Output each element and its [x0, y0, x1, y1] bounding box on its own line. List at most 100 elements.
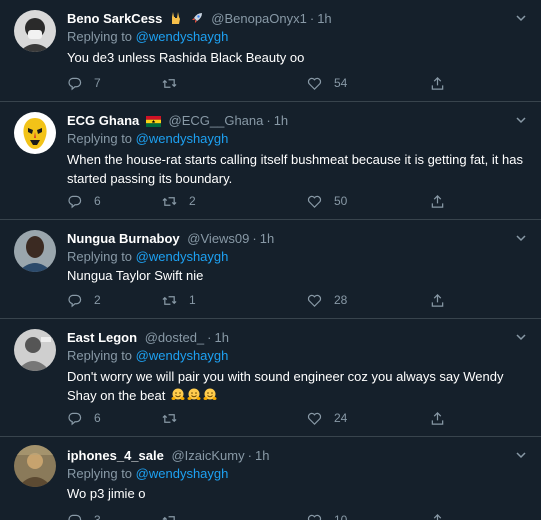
share-upload-icon — [433, 513, 442, 520]
tweet-header: ECG Ghana @ECG__Ghana · 1h — [67, 112, 501, 130]
mention-link[interactable]: @wendyshaygh — [136, 348, 229, 363]
user-handle[interactable]: @BenopaOnyx1 — [211, 11, 307, 26]
tweet-actions: 3 10 — [67, 511, 467, 520]
display-name[interactable]: Nungua Burnaboy — [67, 231, 180, 246]
user-handle[interactable]: @ECG__Ghana — [169, 113, 264, 128]
tweet-text: You de3 unless Rashida Black Beauty oo — [67, 50, 305, 65]
rock-hand-emoji-icon — [169, 11, 183, 28]
retweet-button[interactable]: 2 — [162, 192, 196, 210]
reply-count: 3 — [94, 513, 101, 520]
tweet-card[interactable]: iphones_4_sale @IzaicKumy · 1h Replying to… — [0, 437, 541, 520]
tweet-card[interactable]: Beno SarkCess @BenopaOnyx1 · 1h Replying t… — [0, 0, 541, 102]
share-button[interactable] — [430, 511, 445, 520]
tweet-text: Don't worry we will pair you with sound … — [67, 369, 504, 403]
mention-link[interactable]: @wendyshaygh — [136, 131, 229, 146]
share-button[interactable] — [430, 409, 445, 427]
reply-button[interactable]: 2 — [67, 291, 101, 309]
display-name[interactable]: East Legon — [67, 330, 137, 345]
share-upload-icon — [431, 293, 444, 307]
like-count: 24 — [334, 411, 348, 425]
avatar[interactable] — [14, 112, 56, 154]
share-button[interactable] — [430, 192, 445, 210]
chevron-down-icon[interactable] — [515, 12, 527, 24]
tweet-card[interactable]: ECG Ghana @ECG__Ghana · 1h Replying to @we… — [0, 102, 541, 220]
avatar[interactable] — [14, 10, 56, 52]
tweet-card[interactable]: Nungua Burnaboy @Views09 · 1h Replying to … — [0, 220, 541, 319]
avatar-image — [14, 230, 56, 272]
reply-button[interactable]: 3 — [67, 511, 101, 520]
avatar[interactable] — [14, 230, 56, 272]
reply-count: 6 — [94, 194, 101, 208]
replying-to-line: Replying to @wendyshaygh — [67, 248, 228, 266]
heart-icon — [307, 195, 322, 208]
replying-to-label: Replying to — [67, 249, 133, 264]
share-button[interactable] — [430, 74, 445, 92]
avatar-image — [14, 329, 56, 371]
user-handle[interactable]: @IzaicKumy — [171, 448, 244, 463]
tweet-card[interactable]: East Legon @dosted_ · 1h Replying to @wend… — [0, 319, 541, 437]
share-upload-icon — [431, 76, 444, 90]
chevron-down-icon[interactable] — [515, 331, 527, 343]
like-button[interactable]: 28 — [307, 291, 347, 309]
share-button[interactable] — [430, 291, 445, 309]
reply-button[interactable]: 6 — [67, 192, 101, 210]
avatar[interactable] — [14, 329, 56, 371]
display-name[interactable]: iphones_4_sale — [67, 448, 164, 463]
display-name[interactable]: ECG Ghana — [67, 113, 139, 128]
timestamp[interactable]: 1h — [255, 448, 269, 463]
hugging-face-emoji-icon — [171, 388, 185, 400]
replying-to-label: Replying to — [67, 29, 133, 44]
replying-to-line: Replying to @wendyshaygh — [67, 465, 228, 483]
speech-bubble-icon — [68, 412, 82, 425]
timestamp[interactable]: 1h — [215, 330, 229, 345]
heart-icon — [307, 514, 322, 520]
reply-count: 7 — [94, 76, 101, 90]
retweet-button[interactable] — [162, 409, 189, 427]
retweet-count: 1 — [189, 293, 196, 307]
tweet-actions: 7 54 — [67, 74, 467, 92]
chevron-down-icon[interactable] — [515, 114, 527, 126]
separator-dot: · — [266, 113, 271, 128]
retweet-arrows-icon — [162, 196, 177, 206]
reply-count: 2 — [94, 293, 101, 307]
replying-to-label: Replying to — [67, 131, 133, 146]
retweet-arrows-icon — [162, 515, 175, 520]
like-button[interactable]: 54 — [307, 74, 347, 92]
avatar-image — [14, 445, 56, 487]
chevron-down-icon[interactable] — [515, 449, 527, 461]
timestamp[interactable]: 1h — [317, 11, 331, 26]
tweet-header: East Legon @dosted_ · 1h — [67, 329, 501, 347]
replying-to-line: Replying to @wendyshaygh — [67, 28, 228, 46]
reply-button[interactable]: 7 — [67, 74, 101, 92]
like-count: 50 — [334, 194, 348, 208]
tweet-text: Nungua Taylor Swift nie — [67, 268, 204, 283]
like-button[interactable]: 50 — [307, 192, 347, 210]
mention-link[interactable]: @wendyshaygh — [136, 249, 229, 264]
user-handle[interactable]: @dosted_ — [145, 330, 204, 345]
tweet-text: When the house-rat starts calling itself… — [67, 152, 523, 186]
heart-icon — [307, 77, 322, 90]
display-name[interactable]: Beno SarkCess — [67, 11, 162, 26]
heart-icon — [307, 412, 322, 425]
reply-button[interactable]: 6 — [67, 409, 101, 427]
reply-feed: Beno SarkCess @BenopaOnyx1 · 1h Replying t… — [0, 0, 541, 520]
mention-link[interactable]: @wendyshaygh — [136, 466, 229, 481]
mention-link[interactable]: @wendyshaygh — [136, 29, 229, 44]
timestamp[interactable]: 1h — [260, 231, 274, 246]
retweet-button[interactable] — [162, 511, 189, 520]
tweet-header: Beno SarkCess @BenopaOnyx1 · 1h — [67, 10, 501, 28]
retweet-button[interactable] — [162, 74, 189, 92]
avatar-image — [14, 10, 56, 52]
chevron-down-icon[interactable] — [515, 232, 527, 244]
retweet-button[interactable]: 1 — [162, 291, 196, 309]
like-button[interactable]: 10 — [307, 511, 347, 520]
separator-dot: · — [252, 231, 257, 246]
timestamp[interactable]: 1h — [274, 113, 288, 128]
avatar[interactable] — [14, 445, 56, 487]
speech-bubble-icon — [68, 77, 82, 90]
user-handle[interactable]: @Views09 — [187, 231, 249, 246]
tweet-actions: 2 1 28 — [67, 291, 467, 309]
heart-icon — [307, 294, 322, 307]
like-button[interactable]: 24 — [307, 409, 347, 427]
ghana-flag-icon — [145, 114, 161, 130]
